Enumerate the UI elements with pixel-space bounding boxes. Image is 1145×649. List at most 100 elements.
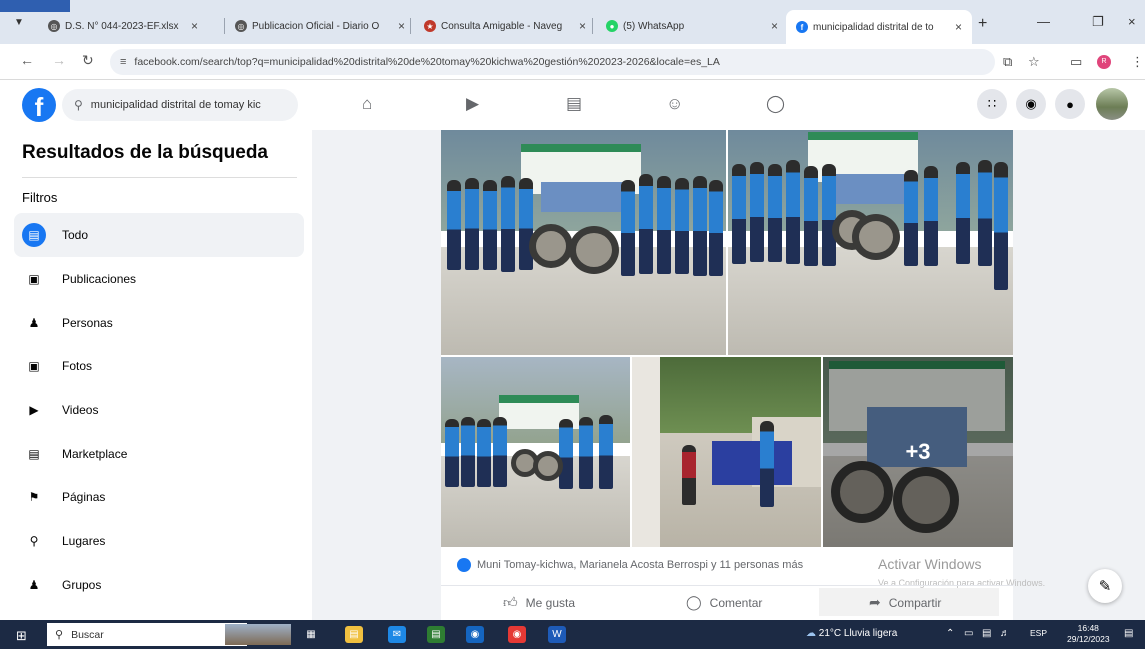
- photo-icon: ▣: [28, 359, 40, 373]
- windows-start-icon[interactable]: ⊞: [16, 628, 27, 644]
- forward-arrow-icon[interactable]: →: [52, 52, 66, 68]
- tab-ds-044[interactable]: ◎ D.S. N° 044-2023-EF.xlsx ×: [48, 14, 198, 38]
- photo-scene: [441, 130, 726, 355]
- weather-text: 21°C Lluvia ligera: [818, 628, 898, 639]
- messenger-icon[interactable]: ◉: [1016, 89, 1046, 119]
- tray-chevron-icon[interactable]: ⌃: [946, 628, 954, 639]
- sidebar-item-publicaciones[interactable]: ▣ Publicaciones: [14, 257, 304, 301]
- new-message-edit-icon[interactable]: ✎: [1088, 569, 1122, 603]
- post-photo[interactable]: [728, 130, 1013, 355]
- sidebar-item-marketplace[interactable]: ▤ Marketplace: [14, 432, 304, 476]
- reload-icon[interactable]: ↻: [82, 52, 94, 69]
- url-text: facebook.com/search/top?q=municipalidad%…: [134, 56, 720, 68]
- sidebar-item-paginas[interactable]: ⚑ Páginas: [14, 475, 304, 519]
- post-photo[interactable]: [441, 130, 726, 355]
- weather-widget[interactable]: ☁ 21°C Lluvia ligera: [806, 628, 897, 639]
- tab-whatsapp[interactable]: ● (5) WhatsApp ×: [606, 14, 778, 38]
- url-bar[interactable]: ≡ facebook.com/search/top?q=municipalida…: [110, 49, 995, 75]
- address-toolbar: ← → ↻ ≡ facebook.com/search/top?q=munici…: [0, 44, 1145, 80]
- comment-button[interactable]: ◯ Comentar: [686, 594, 762, 611]
- post-photo[interactable]: [441, 357, 630, 547]
- more-menu-icon[interactable]: ⋮: [1131, 54, 1144, 70]
- sidebar-item-fotos[interactable]: ▣ Fotos: [14, 344, 304, 388]
- store-icon[interactable]: ▤: [427, 626, 445, 643]
- search-highlight-image[interactable]: [225, 624, 291, 645]
- tab-title: (5) WhatsApp: [623, 20, 685, 32]
- sidebar-item-lugares[interactable]: ⚲ Lugares: [14, 519, 304, 563]
- chrome-icon[interactable]: ◉: [508, 626, 526, 643]
- profile-avatar-icon[interactable]: R: [1097, 55, 1111, 69]
- close-icon[interactable]: ×: [579, 19, 586, 33]
- new-tab-plus-icon[interactable]: +: [978, 15, 987, 33]
- search-filters-sidebar: Resultados de la búsqueda Filtros ▤ Todo…: [0, 130, 312, 620]
- restore-icon[interactable]: ❐: [1092, 14, 1104, 30]
- sidebar-item-todo[interactable]: ▤ Todo: [14, 213, 304, 257]
- install-app-icon[interactable]: ⧉: [1003, 54, 1012, 70]
- photo-scene: [441, 357, 630, 547]
- globe-icon: ◎: [235, 20, 247, 32]
- network-icon[interactable]: ▤: [982, 628, 991, 639]
- tab-diario-oficial[interactable]: ◎ Publicacion Oficial - Diario O ×: [235, 14, 405, 38]
- facebook-logo[interactable]: f: [22, 88, 56, 122]
- minimize-icon[interactable]: —: [1037, 14, 1050, 29]
- notifications-icon[interactable]: ▤: [1124, 628, 1133, 639]
- close-window-icon[interactable]: ×: [1128, 14, 1136, 29]
- volume-icon[interactable]: ♬: [1000, 628, 1010, 639]
- gaming-icon[interactable]: ◯: [766, 94, 785, 114]
- tab-facebook-search[interactable]: f municipalidad distrital de to ×: [786, 10, 972, 44]
- search-value: municipalidad distrital de tomay kic: [90, 99, 261, 111]
- post-photo[interactable]: +3: [823, 357, 1013, 547]
- sidepanel-icon[interactable]: ▭: [1070, 54, 1082, 70]
- sidebar-item-grupos[interactable]: ♟ Grupos: [14, 563, 304, 607]
- menu-grid-icon[interactable]: ∷: [977, 89, 1007, 119]
- clock[interactable]: 16:48 29/12/2023: [1067, 623, 1110, 645]
- home-icon[interactable]: ⌂: [362, 94, 372, 114]
- comment-bubble-icon: ◯: [686, 594, 702, 610]
- clock-time: 16:48: [1077, 623, 1099, 633]
- language-indicator[interactable]: ESP: [1030, 628, 1047, 638]
- close-icon[interactable]: ×: [191, 19, 198, 33]
- groups-nav-icon[interactable]: ☺: [666, 94, 683, 114]
- people-icon: ♟: [28, 316, 40, 330]
- close-icon[interactable]: ×: [955, 20, 962, 34]
- search-results-area: +3 Muni Tomay-kichwa, Marianela Acosta B…: [312, 130, 1145, 620]
- battery-icon[interactable]: ▭: [964, 628, 973, 639]
- site-settings-icon[interactable]: ≡: [120, 56, 126, 68]
- search-icon: ⚲: [74, 98, 83, 112]
- taskbar-search-input[interactable]: ⚲ Buscar: [47, 623, 247, 646]
- tab-separator: [224, 18, 225, 34]
- tab-consulta-amigable[interactable]: ★ Consulta Amigable - Naveg ×: [424, 14, 586, 38]
- word-icon[interactable]: W: [548, 626, 566, 643]
- tabstrip-accent: [0, 0, 70, 12]
- browser-tab-strip: ▼ ◎ D.S. N° 044-2023-EF.xlsx × ◎ Publica…: [0, 0, 1145, 44]
- comment-icon: ▣: [28, 272, 40, 286]
- share-button[interactable]: ➦ Compartir: [869, 594, 941, 611]
- mail-icon[interactable]: ✉: [388, 626, 406, 643]
- marketplace-icon[interactable]: ▤: [566, 94, 582, 114]
- search-result-post: +3 Muni Tomay-kichwa, Marianela Acosta B…: [441, 130, 1045, 620]
- tab-search-chevron-icon[interactable]: ▼: [14, 17, 24, 28]
- flag-icon: ⚑: [28, 490, 40, 504]
- watch-video-icon[interactable]: ▶: [466, 94, 479, 114]
- facebook-search-input[interactable]: ⚲ municipalidad distrital de tomay kic: [62, 89, 298, 121]
- close-icon[interactable]: ×: [771, 19, 778, 33]
- teams-icon[interactable]: ◉: [466, 626, 484, 643]
- windows-activation-watermark: Activar Windows: [878, 556, 982, 572]
- sidebar-item-personas[interactable]: ♟ Personas: [14, 301, 304, 345]
- file-explorer-icon[interactable]: ▤: [345, 626, 363, 643]
- task-view-icon[interactable]: ▦: [302, 626, 320, 643]
- account-avatar[interactable]: [1096, 88, 1128, 120]
- sidebar-item-videos[interactable]: ▶ Videos: [14, 388, 304, 432]
- taskbar-search-placeholder: Buscar: [71, 628, 104, 641]
- tab-separator: [410, 18, 411, 34]
- like-button[interactable]: 👍︎ Me gusta: [503, 594, 575, 611]
- close-icon[interactable]: ×: [398, 19, 405, 33]
- notifications-bell-icon[interactable]: ●: [1055, 89, 1085, 119]
- reactions-summary[interactable]: Muni Tomay-kichwa, Marianela Acosta Berr…: [457, 558, 803, 572]
- more-photos-overlay[interactable]: +3: [823, 357, 1013, 547]
- post-photo[interactable]: [632, 357, 821, 547]
- back-arrow-icon[interactable]: ←: [20, 52, 34, 68]
- bookmark-star-icon[interactable]: ☆: [1028, 54, 1040, 70]
- tab-title: Consulta Amigable - Naveg: [441, 20, 563, 32]
- share-label: Compartir: [888, 595, 942, 610]
